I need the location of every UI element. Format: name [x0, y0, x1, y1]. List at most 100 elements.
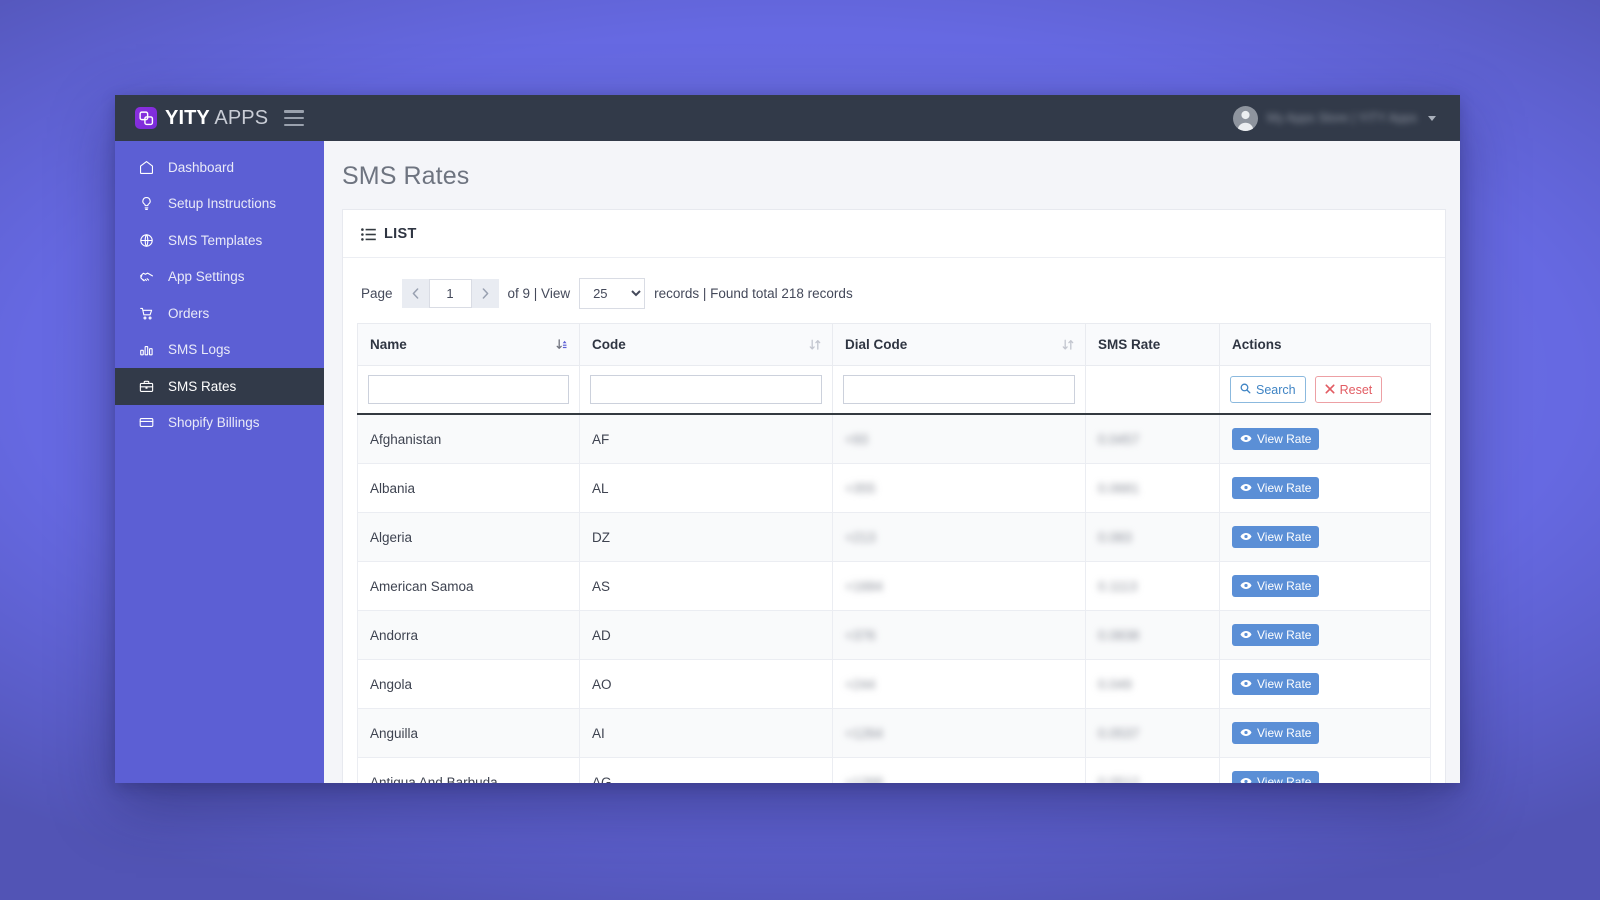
page-label: Page [361, 286, 393, 301]
sidebar-item-label: SMS Logs [168, 342, 231, 358]
user-menu[interactable]: My Apps Store | YITY Apps [1232, 105, 1444, 131]
sidebar-item-label: Dashboard [168, 159, 235, 175]
card-header: LIST [343, 210, 1445, 258]
view-rate-label: View Rate [1257, 628, 1312, 642]
sidebar-item-app-settings[interactable]: App Settings [115, 259, 324, 296]
view-rate-button[interactable]: View Rate [1232, 477, 1320, 499]
sidebar-item-label: Orders [168, 305, 210, 321]
cell-actions: View Rate [1219, 414, 1431, 464]
column-header-name[interactable]: Name [357, 323, 580, 366]
view-rate-button[interactable]: View Rate [1232, 526, 1320, 548]
cell-name: American Samoa [357, 561, 580, 611]
credit-card-icon [137, 414, 155, 431]
sort-icon[interactable] [1062, 338, 1074, 351]
sidebar-item-setup-instructions[interactable]: Setup Instructions [115, 186, 324, 223]
sidebar-item-label: Shopify Billings [168, 415, 260, 431]
app-window: YITY APPS My Apps Store | YITY Apps Dash… [115, 95, 1460, 783]
overlapping-squares-icon [135, 107, 157, 129]
table-header-row: Name Code Dial Code SMS Rate Actions [357, 323, 1431, 366]
table-filter-row: Search Reset [357, 365, 1431, 415]
brand-text: YITY APPS [165, 107, 268, 130]
code-filter-input[interactable] [590, 375, 822, 404]
cell-code: AF [579, 414, 833, 464]
cell-code: AL [579, 463, 833, 513]
cell-name: Albania [357, 463, 580, 513]
close-x-icon [1325, 383, 1335, 397]
cell-actions: View Rate [1219, 757, 1431, 783]
eye-icon [1240, 628, 1252, 642]
cell-code: AS [579, 561, 833, 611]
reset-button[interactable]: Reset [1314, 376, 1383, 403]
cell-sms-rate: 0.0838 [1085, 610, 1220, 660]
column-header-code[interactable]: Code [579, 323, 833, 366]
cell-dial-code: +1684 [832, 561, 1086, 611]
sidebar-item-sms-templates[interactable]: SMS Templates [115, 222, 324, 259]
sidebar-item-sms-logs[interactable]: SMS Logs [115, 332, 324, 369]
view-rate-button[interactable]: View Rate [1232, 575, 1320, 597]
sort-asc-icon[interactable] [556, 338, 568, 351]
sidebar-item-shopify-billings[interactable]: Shopify Billings [115, 405, 324, 442]
search-icon [1240, 383, 1251, 397]
column-header-dial-code[interactable]: Dial Code [832, 323, 1086, 366]
dial-code-filter-input[interactable] [843, 375, 1075, 404]
hamburger-icon[interactable] [284, 110, 305, 126]
cell-dial-code: +376 [832, 610, 1086, 660]
view-rate-button[interactable]: View Rate [1232, 428, 1320, 450]
sidebar-item-dashboard[interactable]: Dashboard [115, 149, 324, 186]
pagination-bar: Page of 9 | View [343, 258, 1445, 323]
cell-sms-rate: 0.083 [1085, 512, 1220, 562]
main-content: SMS Rates LIST Page 1 of 9 | View 25 rec… [324, 141, 1460, 783]
cell-name: Angola [357, 659, 580, 709]
table-body: Afghanistan AF +93 0.0457 View Rate Albania AL… [357, 414, 1431, 783]
cell-actions: View Rate [1219, 512, 1431, 562]
brand-logo[interactable]: YITY APPS [135, 107, 268, 130]
cell-sms-rate: 0.0457 [1085, 414, 1220, 464]
cell-sms-rate: 0.049 [1085, 659, 1220, 709]
column-header-label: Name [370, 337, 407, 352]
table-row: Albania AL +355 0.0681 View Rate [357, 463, 1431, 513]
column-header-label: Actions [1232, 337, 1282, 352]
sms-rates-table: Name Code Dial Code SMS Rate Actions Search R… [357, 323, 1431, 783]
column-header-label: Dial Code [845, 337, 908, 352]
view-rate-label: View Rate [1257, 579, 1312, 593]
sidebar-nav: Dashboard Setup Instructions SMS Templates… [115, 141, 324, 783]
view-rate-label: View Rate [1257, 530, 1312, 544]
table-head: Name Code Dial Code SMS Rate Actions Search R… [357, 323, 1431, 415]
sidebar-item-label: App Settings [168, 269, 245, 285]
page-backdrop: YITY APPS My Apps Store | YITY Apps Dash… [0, 0, 1600, 900]
chevron-right-icon [482, 288, 488, 299]
name-filter-input[interactable] [368, 375, 569, 404]
search-button[interactable]: Search [1230, 376, 1306, 403]
cell-dial-code: +213 [832, 512, 1086, 562]
prev-page-button[interactable] [401, 279, 429, 308]
filter-cell [579, 365, 833, 415]
view-rate-label: View Rate [1257, 481, 1312, 495]
table-row: Andorra AD +376 0.0838 View Rate [357, 610, 1431, 660]
cell-dial-code: +93 [832, 414, 1086, 464]
view-rate-button[interactable]: View Rate [1232, 771, 1320, 783]
cell-code: DZ [579, 512, 833, 562]
top-navbar: YITY APPS My Apps Store | YITY Apps [115, 95, 1460, 141]
cell-dial-code: +1264 [832, 708, 1086, 758]
reset-button-label: Reset [1339, 382, 1373, 397]
home-icon [137, 159, 155, 176]
next-page-button[interactable] [471, 279, 499, 308]
sidebar-item-sms-rates[interactable]: SMS Rates [115, 368, 324, 405]
app-shell: Dashboard Setup Instructions SMS Templates… [115, 141, 1460, 783]
cell-actions: View Rate [1219, 708, 1431, 758]
eye-icon [1240, 432, 1252, 446]
view-rate-button[interactable]: View Rate [1232, 624, 1320, 646]
sort-icon[interactable] [809, 338, 821, 351]
cell-sms-rate: 0.1113 [1085, 561, 1220, 611]
handshake-icon [137, 268, 155, 285]
page-number-input[interactable] [428, 279, 472, 308]
view-rate-button[interactable]: View Rate [1232, 722, 1320, 744]
page-size-select[interactable]: 2550100 [579, 278, 646, 309]
user-name-label: My Apps Store | YITY Apps [1266, 111, 1417, 125]
list-card: LIST Page 1 of 9 | View 25 records | Fou… [342, 209, 1446, 783]
sidebar-item-orders[interactable]: Orders [115, 295, 324, 332]
cell-actions: View Rate [1219, 463, 1431, 513]
chevron-down-icon[interactable] [1428, 115, 1436, 121]
cell-code: AO [579, 659, 833, 709]
view-rate-button[interactable]: View Rate [1232, 673, 1320, 695]
